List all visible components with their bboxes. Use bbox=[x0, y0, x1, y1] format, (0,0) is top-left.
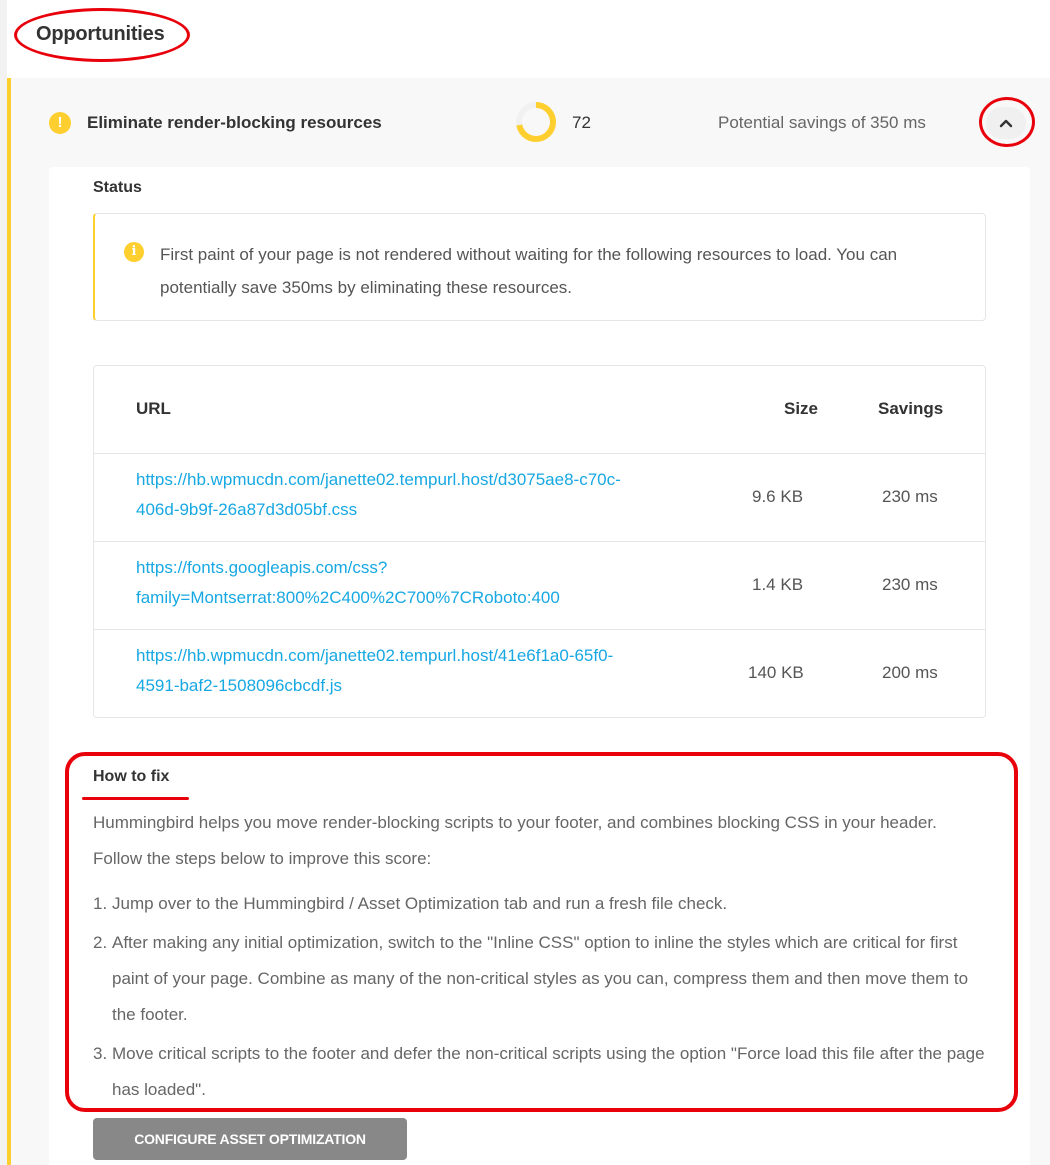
annotation-box-how-to-fix bbox=[65, 752, 1018, 1112]
configure-asset-optimization-button[interactable]: CONFIGURE ASSET OPTIMIZATION bbox=[93, 1118, 407, 1160]
resource-url-line: family=Montserrat:800%2C400%2C700%7CRobo… bbox=[136, 588, 560, 607]
status-label: Status bbox=[93, 179, 142, 196]
resource-url-line: https://hb.wpmucdn.com/janette02.tempurl… bbox=[136, 646, 614, 665]
column-header-savings: Savings bbox=[878, 399, 944, 418]
resource-savings: 230 ms bbox=[882, 487, 938, 506]
resource-url-link[interactable]: https://hb.wpmucdn.com/janette02.tempurl… bbox=[136, 641, 716, 701]
resource-size: 140 KB bbox=[748, 663, 804, 682]
annotation-circle-toggle bbox=[979, 97, 1035, 147]
table-divider bbox=[94, 453, 985, 454]
potential-savings: Potential savings of 350 ms bbox=[718, 113, 926, 132]
info-icon: i bbox=[124, 242, 144, 262]
status-notice-text: First paint of your page is not rendered… bbox=[160, 245, 898, 297]
resource-url-line: https://hb.wpmucdn.com/janette02.tempurl… bbox=[136, 470, 621, 489]
score-value: 72 bbox=[572, 113, 591, 132]
column-header-size: Size bbox=[784, 399, 819, 418]
resource-url-line: 406d-9b9f-26a87d3d05bf.css bbox=[136, 500, 358, 519]
annotation-circle-title bbox=[14, 8, 190, 62]
resource-size: 1.4 KB bbox=[752, 575, 804, 594]
score-ring bbox=[516, 102, 556, 142]
page-left-border bbox=[0, 0, 7, 1165]
table-divider bbox=[94, 629, 985, 630]
resource-savings: 230 ms bbox=[882, 575, 938, 594]
warning-icon: ! bbox=[49, 112, 71, 134]
resource-url-line: 4591-baf2-1508096cbcdf.js bbox=[136, 676, 343, 695]
column-header-url: URL bbox=[136, 399, 171, 418]
resource-url-link[interactable]: https://fonts.googleapis.com/css? family… bbox=[136, 553, 716, 613]
resource-url-link[interactable]: https://hb.wpmucdn.com/janette02.tempurl… bbox=[136, 465, 716, 525]
resource-size: 9.6 KB bbox=[752, 487, 804, 506]
table-divider bbox=[94, 541, 985, 542]
opportunity-title: Eliminate render-blocking resources bbox=[87, 113, 382, 132]
resource-url-line: https://fonts.googleapis.com/css? bbox=[136, 558, 388, 577]
opportunity-accent-bar bbox=[7, 78, 11, 1165]
resource-savings: 200 ms bbox=[882, 663, 938, 682]
